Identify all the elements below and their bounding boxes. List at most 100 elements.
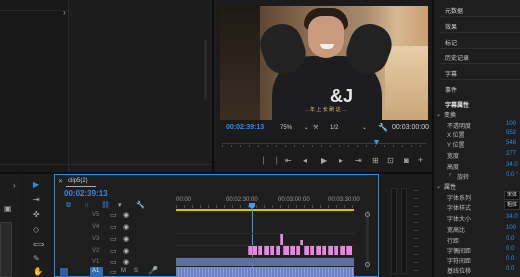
- hand-tool-icon[interactable]: ✋: [33, 268, 43, 276]
- track-v4-lock-icon[interactable]: ▭: [110, 223, 117, 231]
- linked-selection-icon[interactable]: ⛓: [101, 202, 110, 210]
- caption-clip[interactable]: [280, 234, 283, 245]
- pen-tool-icon[interactable]: ✎: [33, 255, 40, 263]
- menu-item-metadata[interactable]: 元数据: [445, 6, 463, 15]
- caption-clip[interactable]: [300, 240, 303, 245]
- track-a1-lock-icon[interactable]: ▭: [110, 268, 117, 276]
- program-timecode[interactable]: 00:02:39:13: [226, 124, 264, 131]
- track-v2-lock-icon[interactable]: ▭: [110, 247, 117, 255]
- menu-item-effects[interactable]: 效果: [445, 22, 457, 31]
- audio-clip-a1[interactable]: [176, 267, 354, 277]
- prop-height-label: 高度: [447, 165, 460, 171]
- prop-font-size-value[interactable]: 34.0: [506, 214, 518, 220]
- prop-baseline-value[interactable]: 0.0: [506, 266, 514, 272]
- panel-menu-icon[interactable]: ›: [63, 9, 66, 17]
- track-v3-lock-icon[interactable]: ▭: [110, 235, 117, 243]
- program-scrub-bar[interactable]: [222, 140, 426, 147]
- step-back-icon[interactable]: ◂: [303, 157, 307, 165]
- sequence-tab[interactable]: clip5(2): [68, 178, 88, 184]
- work-area-bar[interactable]: [176, 209, 354, 211]
- caption-clip[interactable]: [252, 246, 257, 255]
- razor-icon[interactable]: ◇: [33, 226, 39, 234]
- insert-icon[interactable]: ⊞: [372, 157, 379, 165]
- step-forward-icon[interactable]: ▸: [339, 157, 343, 165]
- timeline-vscroll-handle-top[interactable]: [365, 212, 370, 217]
- chevron-down-icon[interactable]: ⌄: [436, 183, 441, 190]
- caption-clip[interactable]: [310, 246, 314, 255]
- snap-icon[interactable]: ∩: [84, 202, 89, 210]
- track-v5-eye-icon[interactable]: ◉: [123, 211, 129, 219]
- prop-height-value[interactable]: 34.0: [506, 162, 518, 168]
- settings-wrench-icon[interactable]: 🔧: [378, 124, 388, 132]
- caption-clip[interactable]: [258, 246, 262, 255]
- microphone-icon[interactable]: 🎤: [148, 267, 158, 275]
- caption-clip[interactable]: [304, 246, 309, 255]
- go-to-in-icon[interactable]: ⇤: [285, 157, 292, 165]
- selection-tool-icon[interactable]: ▶: [33, 181, 39, 189]
- add-button-icon[interactable]: +: [418, 156, 423, 165]
- prop-rotation-value[interactable]: 0.0 °: [506, 172, 518, 178]
- track-v1-eye-icon[interactable]: ◉: [123, 258, 129, 266]
- caption-clip[interactable]: [322, 246, 326, 255]
- timeline-settings-icon[interactable]: 🔧: [136, 202, 145, 210]
- caption-clip[interactable]: [290, 246, 295, 255]
- caption-clip[interactable]: [340, 246, 345, 255]
- menu-item-markers[interactable]: 标记: [445, 38, 457, 47]
- go-to-out-icon[interactable]: ⇥: [355, 157, 362, 165]
- track-v5-lock-icon[interactable]: ▭: [110, 211, 117, 219]
- track-a1-target[interactable]: [60, 268, 68, 277]
- overwrite-icon[interactable]: ⊡: [387, 157, 394, 165]
- zoom-select[interactable]: 75% ⌄: [280, 124, 309, 131]
- transform-section[interactable]: 变换: [444, 110, 456, 119]
- video-clip-v1[interactable]: [176, 258, 354, 266]
- caption-clip[interactable]: [283, 246, 289, 255]
- track-v2-eye-icon[interactable]: ◉: [123, 247, 129, 255]
- prop-kerning-value[interactable]: 0.0: [506, 246, 514, 252]
- caption-clip[interactable]: [334, 246, 338, 255]
- track-a1-m-button[interactable]: M: [121, 268, 126, 274]
- font-family-dropdown[interactable]: 宋体: [504, 191, 520, 200]
- caption-clip[interactable]: [328, 246, 333, 255]
- prop-x-value[interactable]: 552: [506, 130, 516, 136]
- nest-icon[interactable]: ⧉: [66, 202, 71, 210]
- chevron-down-icon[interactable]: ⌄: [436, 111, 441, 118]
- resolution-select[interactable]: 1/2 ⌄: [330, 124, 367, 131]
- attributes-section[interactable]: 属性: [444, 182, 456, 191]
- chevron-right-icon[interactable]: ›: [449, 172, 451, 178]
- prop-y-value[interactable]: 548: [506, 140, 516, 146]
- caption-clip[interactable]: [346, 246, 352, 255]
- ripple-edit-icon[interactable]: ✜: [33, 211, 40, 219]
- timeline-vscroll[interactable]: [366, 210, 369, 270]
- play-icon[interactable]: ▶: [321, 157, 327, 165]
- menu-item-history[interactable]: 历史记录: [445, 53, 469, 62]
- source-scrollbar[interactable]: [204, 40, 207, 100]
- prop-width-value[interactable]: 277: [506, 151, 516, 157]
- prop-opacity-value[interactable]: 100: [506, 121, 516, 127]
- track-v4-eye-icon[interactable]: ◉: [123, 223, 129, 231]
- track-v3-eye-icon[interactable]: ◉: [123, 235, 129, 243]
- menu-item-captions[interactable]: 字幕: [445, 69, 457, 78]
- caption-clip[interactable]: [276, 246, 280, 255]
- font-style-dropdown[interactable]: 粗体: [504, 201, 520, 210]
- caption-clip[interactable]: [270, 246, 274, 255]
- wrench-icon[interactable]: ⚒: [313, 124, 318, 132]
- export-frame-icon[interactable]: ◙: [404, 157, 409, 165]
- menu-item-events[interactable]: 事件: [445, 85, 457, 94]
- caption-clip[interactable]: [296, 246, 300, 255]
- prop-aspect-value[interactable]: 100: [506, 225, 516, 231]
- close-icon[interactable]: ✕: [58, 178, 63, 186]
- track-a1-s-button[interactable]: S: [134, 268, 138, 274]
- track-select-icon[interactable]: ⇥: [33, 196, 40, 204]
- prop-tracking-value[interactable]: 0.0: [506, 256, 514, 262]
- slip-tool-icon[interactable]: ⟺: [33, 241, 44, 249]
- timeline-timecode[interactable]: 00:02:39:13: [64, 189, 108, 198]
- caption-clip[interactable]: [316, 246, 321, 255]
- caption-clip[interactable]: [264, 246, 269, 255]
- chevron-right-icon[interactable]: ›: [13, 182, 16, 190]
- timeline-vscroll-handle-bottom[interactable]: [365, 262, 370, 267]
- add-marker-icon[interactable]: ▾: [118, 202, 122, 210]
- track-v1-lock-icon[interactable]: ▭: [110, 258, 117, 266]
- mark-out-icon[interactable]: ⎹: [269, 157, 277, 165]
- folder-icon[interactable]: ▣: [4, 205, 12, 213]
- prop-leading-value[interactable]: 0.0: [506, 236, 514, 242]
